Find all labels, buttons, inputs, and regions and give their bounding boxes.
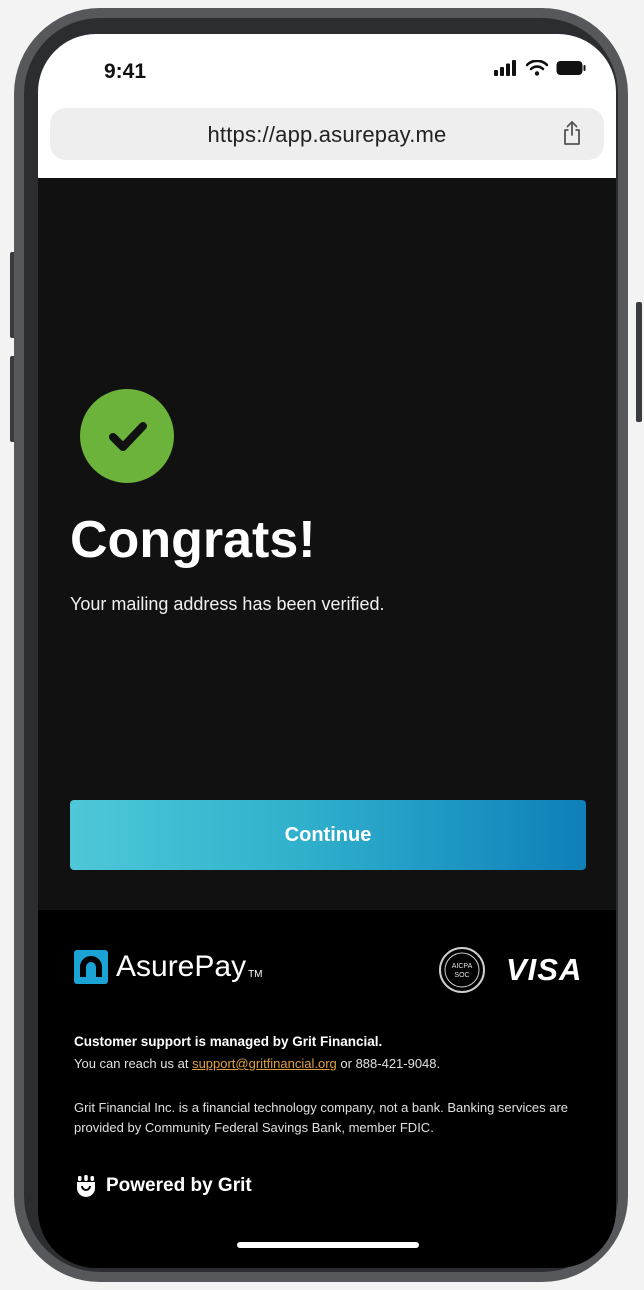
- soc-badge-line2: SOC: [454, 972, 469, 979]
- signal-icon: [494, 60, 516, 76]
- page-title: Congrats!: [70, 511, 316, 569]
- battery-icon: [556, 61, 586, 75]
- wifi-icon: [526, 60, 548, 76]
- powered-by: Powered by Grit: [74, 1175, 252, 1197]
- checkmark-icon: [109, 422, 147, 451]
- url-bar[interactable]: https://app.asurepay.me: [50, 108, 604, 160]
- continue-button[interactable]: Continue: [70, 800, 586, 870]
- grit-logo-icon: [77, 1175, 95, 1197]
- phone-screen: 9:41 https://app.asurepay.me Congrats! Y…: [38, 34, 616, 1268]
- brand-trademark: TM: [248, 969, 263, 980]
- bank-disclaimer: Grit Financial Inc. is a financial techn…: [74, 1100, 569, 1135]
- home-indicator[interactable]: [237, 1242, 419, 1248]
- browser-chrome: 9:41 https://app.asurepay.me: [38, 34, 616, 178]
- asurepay-logo-icon: [74, 950, 108, 984]
- support-title: Customer support is managed by Grit Fina…: [74, 1034, 383, 1049]
- success-check-badge: [80, 389, 174, 483]
- share-icon[interactable]: [562, 120, 582, 146]
- powered-by-label: Powered by Grit: [106, 1175, 252, 1196]
- footer: AsurePay TM AICPA SOC VISA Customer supp…: [38, 910, 616, 1268]
- status-time: 9:41: [104, 60, 147, 83]
- support-suffix: or 888-421-9048.: [336, 1056, 441, 1071]
- url-text: https://app.asurepay.me: [207, 122, 447, 147]
- asurepay-logo: AsurePay TM: [74, 950, 263, 984]
- support-email-link[interactable]: support@gritfinancial.org: [192, 1056, 337, 1071]
- power-button: [636, 302, 642, 422]
- soc-badge-icon: AICPA SOC: [439, 947, 485, 993]
- support-prefix: You can reach us at: [74, 1056, 193, 1071]
- status-icons: [494, 56, 586, 80]
- page-subtitle: Your mailing address has been verified.: [70, 594, 385, 614]
- support-contact: You can reach us at support@gritfinancia…: [74, 1056, 440, 1071]
- visa-logo: VISA: [506, 952, 583, 987]
- soc-badge-line1: AICPA: [452, 963, 473, 970]
- brand-name: AsurePay: [116, 950, 247, 983]
